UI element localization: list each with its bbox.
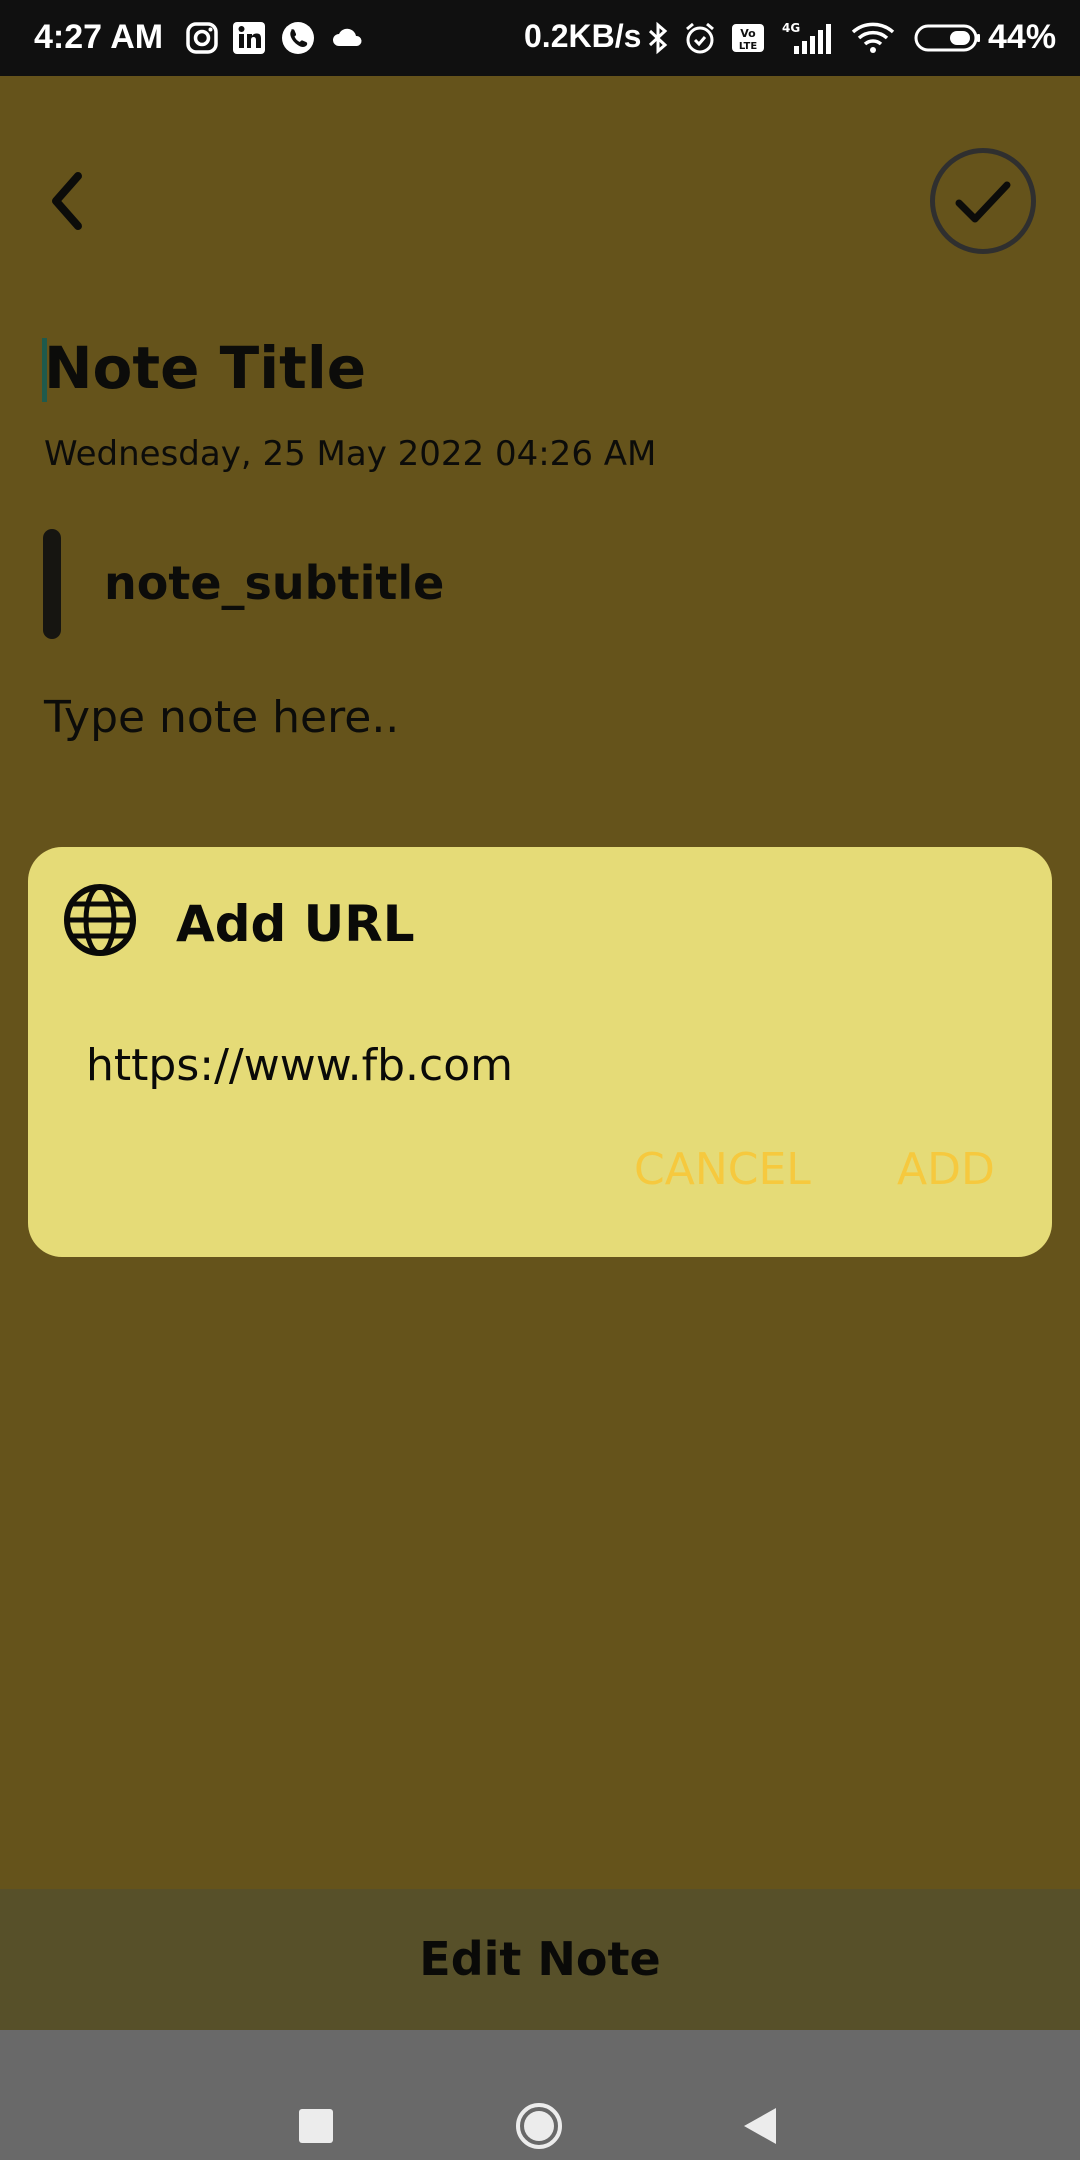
cancel-button[interactable]: CANCEL	[634, 1144, 811, 1195]
note-datetime: Wednesday, 25 May 2022 04:26 AM	[44, 434, 657, 474]
subtitle-indicator	[43, 529, 61, 639]
dialog-title: Add URL	[176, 895, 415, 953]
network-speed: 0.2KB/s	[524, 18, 642, 54]
system-back-button[interactable]	[742, 2106, 778, 2146]
battery-percent: 44%	[988, 18, 1057, 56]
recent-apps-button[interactable]	[299, 2109, 333, 2143]
instagram-icon	[186, 22, 218, 54]
whatsapp-icon	[282, 22, 314, 54]
chevron-left-icon	[52, 172, 82, 230]
edit-note-label: Edit Note	[419, 1932, 661, 1986]
linkedin-icon	[233, 22, 265, 54]
svg-text:Vo: Vo	[740, 27, 756, 40]
check-icon	[955, 181, 1011, 223]
cloud-icon	[333, 28, 362, 46]
save-note-button[interactable]	[930, 148, 1036, 254]
note-body-input[interactable]: Type note here..	[44, 692, 399, 743]
battery-icon	[914, 24, 980, 52]
globe-icon	[64, 884, 136, 956]
alarm-icon	[686, 22, 714, 54]
note-subtitle-input[interactable]: note_subtitle	[104, 556, 444, 610]
note-title-input[interactable]: Note Title	[44, 334, 366, 402]
svg-text:4G: 4G	[782, 21, 800, 35]
signal-icon: 4G	[782, 21, 831, 54]
add-button[interactable]: ADD	[897, 1144, 995, 1195]
svg-text:LTE: LTE	[739, 41, 758, 52]
add-url-dialog: Add URL CANCEL ADD	[28, 847, 1052, 1257]
home-button[interactable]	[515, 2102, 563, 2150]
status-bar: 4:27 AM 0.2KB/s Vo LTE 4G 44%	[0, 0, 1080, 76]
bluetooth-icon	[648, 21, 668, 55]
edit-note-bar[interactable]: Edit Note	[0, 1889, 1080, 2030]
url-input[interactable]	[86, 1025, 986, 1105]
back-button[interactable]	[44, 168, 104, 234]
system-nav-bar	[0, 2030, 1080, 2160]
wifi-icon	[851, 22, 895, 53]
volte-icon: Vo LTE	[732, 24, 764, 52]
status-time: 4:27 AM	[34, 18, 164, 56]
